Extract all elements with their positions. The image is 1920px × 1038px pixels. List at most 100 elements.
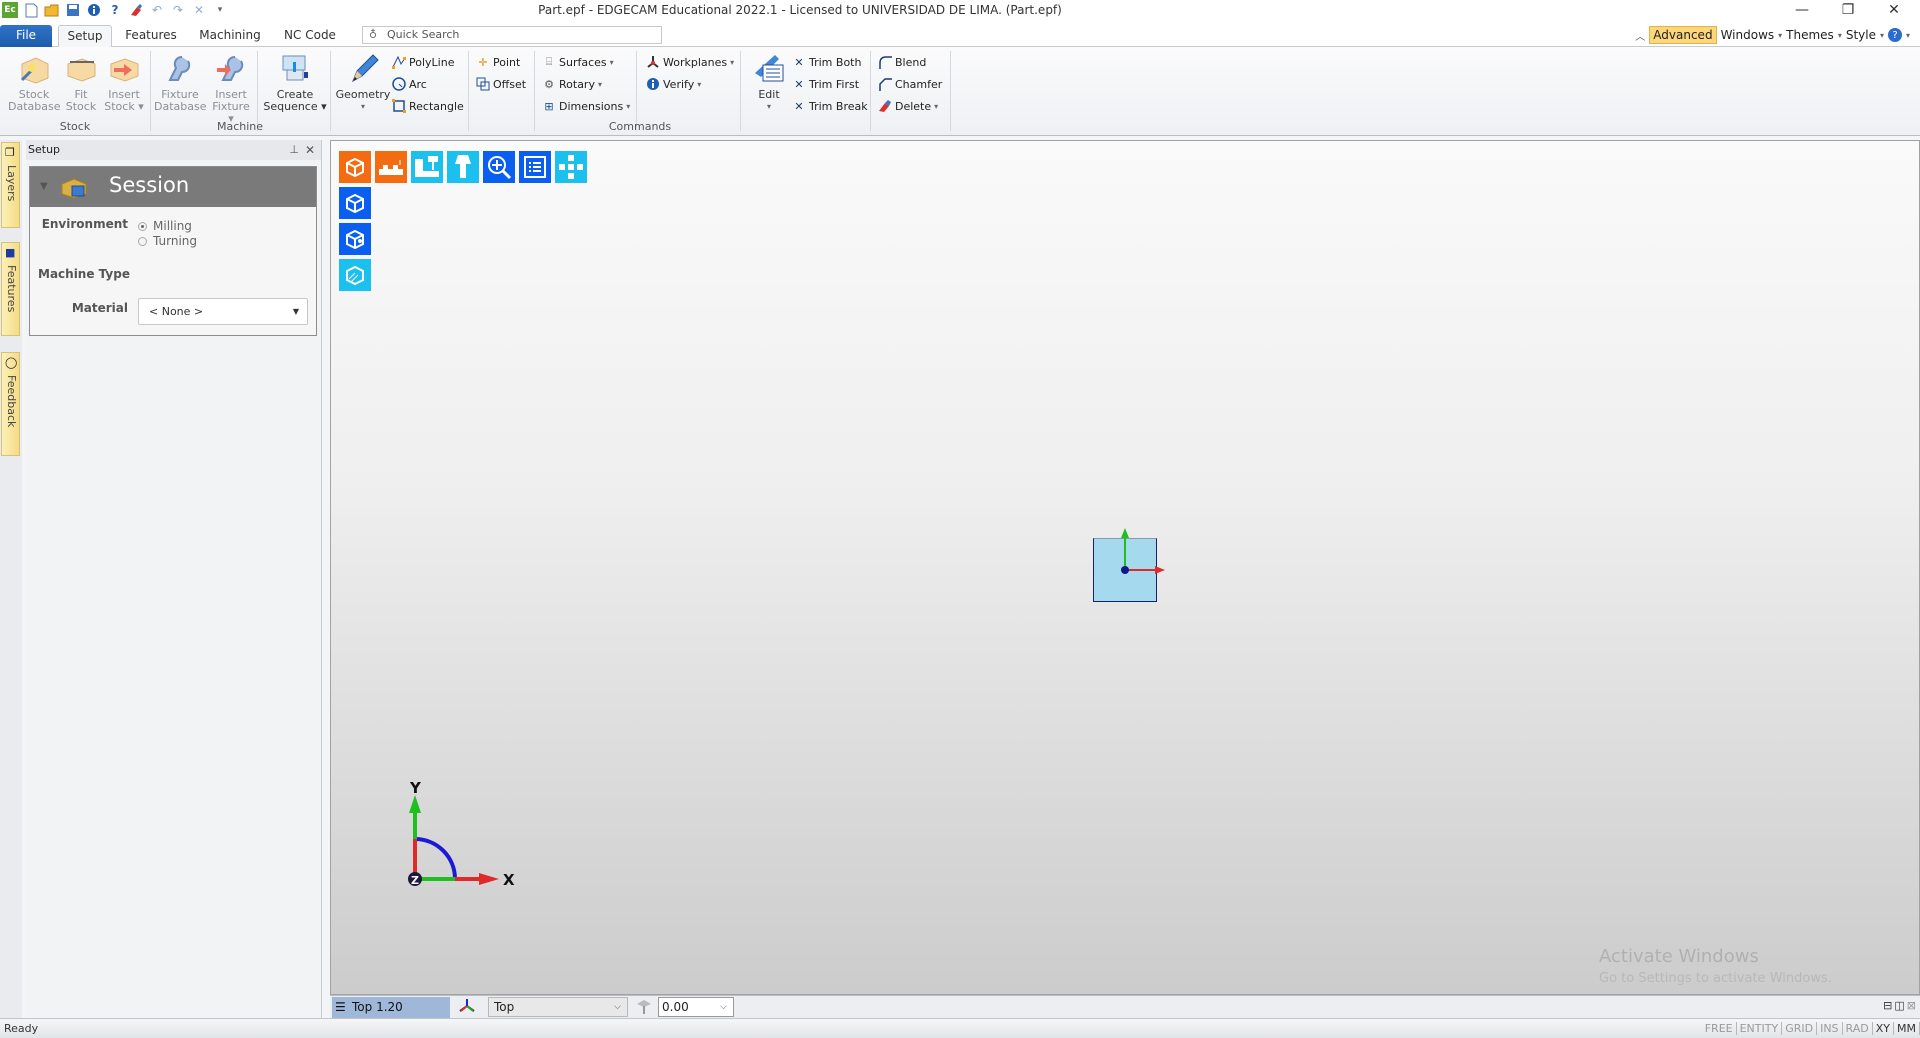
help-icon[interactable]: ? bbox=[1887, 28, 1902, 42]
activation-watermark-subtitle: Go to Settings to activate Windows. bbox=[1599, 971, 1832, 986]
rotary-button[interactable]: ⚙ Rotary ▾ bbox=[542, 75, 602, 93]
depth-input[interactable]: 0.00 ⌵ bbox=[658, 997, 734, 1017]
group-label-machine: Machine bbox=[216, 120, 264, 133]
themes-menu[interactable]: Themes bbox=[1786, 28, 1834, 42]
tab-machining[interactable]: Machining bbox=[192, 25, 268, 47]
chevron-down-icon: ⌵ bbox=[614, 1002, 621, 1012]
polyline-button[interactable]: PolyLine bbox=[392, 53, 454, 71]
radio-turning-dot[interactable] bbox=[138, 236, 147, 246]
window-title: Part.epf - EDGECAM Educational 2022.1 - … bbox=[538, 3, 1062, 17]
view-select[interactable]: Top ⌵ bbox=[488, 997, 628, 1017]
view-box-icon[interactable] bbox=[339, 187, 371, 219]
tab-setup[interactable]: Setup bbox=[58, 25, 112, 47]
quick-search-input[interactable]: ♁ Quick Search bbox=[362, 26, 662, 44]
split-vertical-icon[interactable]: ◫ bbox=[1894, 999, 1904, 1012]
view-orientation-icon bbox=[458, 998, 476, 1018]
fit-stock-button[interactable]: Fit Stock bbox=[64, 53, 98, 113]
fixture-database-button[interactable]: Fixture Database bbox=[154, 53, 207, 113]
lightbulb-icon: ♁ bbox=[369, 28, 378, 41]
status-flag-mm[interactable]: MM bbox=[1894, 1022, 1920, 1035]
create-sequence-button[interactable]: Create Sequence ▾ bbox=[262, 53, 328, 113]
close-view-icon[interactable]: ⊠ bbox=[1907, 999, 1916, 1012]
fixture-database-icon bbox=[163, 53, 197, 85]
restore-button[interactable]: ❐ bbox=[1828, 2, 1868, 22]
stock-database-button[interactable]: Stock Database bbox=[8, 53, 61, 113]
trim-first-button[interactable]: ✕ Trim First bbox=[792, 75, 859, 93]
pencil-icon bbox=[346, 53, 380, 85]
windows-menu[interactable]: Windows bbox=[1721, 28, 1775, 42]
machine-icon[interactable] bbox=[411, 151, 443, 183]
delete-eraser-icon bbox=[878, 99, 892, 113]
side-tab-layers[interactable]: ❐ Layers bbox=[1, 142, 20, 228]
rectangle-button[interactable]: Rectangle bbox=[392, 97, 464, 115]
view-solid-icon[interactable] bbox=[339, 223, 371, 255]
delete-button[interactable]: Delete ▾ bbox=[878, 97, 938, 115]
pin-icon[interactable]: ⊥ bbox=[289, 140, 299, 160]
insert-stock-button[interactable]: Insert Stock ▾ bbox=[104, 53, 144, 113]
tab-file[interactable]: File bbox=[0, 25, 52, 47]
help-dropdown-icon[interactable]: ▾ bbox=[1906, 31, 1910, 40]
group-label-stock: Stock bbox=[59, 120, 91, 133]
ribbon-separator bbox=[950, 51, 951, 131]
split-horizontal-icon[interactable]: ⊟ bbox=[1883, 999, 1892, 1012]
edit-button[interactable]: Edit ▾ bbox=[750, 53, 788, 113]
side-tab-features[interactable]: ■ Features bbox=[1, 242, 20, 336]
layout-icon[interactable] bbox=[555, 151, 587, 183]
world-axis-triad: Z Y X bbox=[408, 781, 515, 889]
tab-nc-code[interactable]: NC Code bbox=[276, 25, 344, 47]
offset-button[interactable]: Offset bbox=[476, 75, 526, 93]
collapse-arrow-icon[interactable]: ▼ bbox=[40, 181, 48, 192]
setup-panel: Setup ⊥ ✕ ▼ Session Environment Milling … bbox=[26, 140, 322, 1018]
view-hatch-icon[interactable] bbox=[339, 259, 371, 291]
workplanes-button[interactable]: Workplanes ▾ bbox=[646, 53, 734, 71]
blend-button[interactable]: Blend bbox=[878, 53, 926, 71]
style-menu[interactable]: Style bbox=[1846, 28, 1876, 42]
status-flag-entity[interactable]: ENTITY bbox=[1737, 1022, 1783, 1035]
style-dropdown-icon[interactable]: ▾ bbox=[1880, 31, 1884, 40]
radio-milling[interactable]: Milling bbox=[138, 219, 192, 233]
status-flag-grid[interactable]: GRID bbox=[1782, 1022, 1818, 1035]
tool-holder-icon[interactable] bbox=[447, 151, 479, 183]
insert-fixture-button[interactable]: Insert Fixture ▾ bbox=[208, 53, 254, 125]
graphics-viewport[interactable]: Z Y X Activate Windows Go to Settings to… bbox=[330, 140, 1920, 995]
dimensions-button[interactable]: ⊞ Dimensions ▾ bbox=[542, 97, 630, 115]
close-button[interactable]: ✕ bbox=[1874, 2, 1914, 22]
material-select[interactable]: < None > ▼ bbox=[138, 298, 308, 325]
session-title: Session bbox=[109, 173, 190, 197]
view-scale-indicator[interactable]: ☰ Top 1.20 bbox=[332, 997, 450, 1018]
windows-dropdown-icon[interactable]: ▾ bbox=[1778, 31, 1782, 40]
side-tab-feedback[interactable]: ◯ Feedback bbox=[1, 352, 20, 456]
verify-button[interactable]: Verify ▾ bbox=[646, 75, 701, 93]
x-arrow bbox=[479, 873, 499, 885]
collapse-ribbon-icon[interactable]: ︿ bbox=[1635, 28, 1645, 43]
chamfer-button[interactable]: Chamfer bbox=[878, 75, 942, 93]
themes-dropdown-icon[interactable]: ▾ bbox=[1838, 31, 1842, 40]
list-icon[interactable] bbox=[519, 151, 551, 183]
minimize-button[interactable]: — bbox=[1782, 2, 1822, 22]
status-flag-rad[interactable]: RAD bbox=[1843, 1022, 1873, 1035]
point-button[interactable]: ✛ Point bbox=[476, 53, 520, 71]
surfaces-button[interactable]: ⌸ Surfaces ▾ bbox=[542, 53, 614, 71]
status-flag-free[interactable]: FREE bbox=[1702, 1022, 1737, 1035]
arc-button[interactable]: Arc bbox=[392, 75, 427, 93]
status-flag-ins[interactable]: INS bbox=[1817, 1022, 1843, 1035]
geometry-button[interactable]: Geometry ▾ bbox=[334, 53, 392, 113]
zoom-pan-icon[interactable] bbox=[483, 151, 515, 183]
trim-break-button[interactable]: ✕ Trim Break bbox=[792, 97, 867, 115]
status-flag-xy[interactable]: XY bbox=[1873, 1022, 1895, 1035]
tab-features[interactable]: Features bbox=[118, 25, 184, 47]
advanced-button[interactable]: Advanced bbox=[1649, 26, 1717, 44]
panel-close-icon[interactable]: ✕ bbox=[305, 140, 315, 160]
material-label: Material bbox=[71, 301, 128, 315]
session-header[interactable]: ▼ Session bbox=[30, 167, 316, 207]
ribbon-separator bbox=[150, 51, 151, 131]
fixture-icon[interactable] bbox=[375, 151, 407, 183]
trim-both-button[interactable]: ✕ Trim Both bbox=[792, 53, 861, 71]
machine-type-label: Machine Type bbox=[38, 267, 130, 281]
radio-milling-dot[interactable] bbox=[138, 221, 147, 231]
stock-cube-icon[interactable] bbox=[339, 151, 371, 183]
radio-turning[interactable]: Turning bbox=[138, 234, 197, 248]
ribbon: Stock Database Fit Stock Insert Stock ▾ … bbox=[0, 47, 1920, 136]
y-arrow bbox=[409, 795, 421, 813]
point-icon: ✛ bbox=[478, 55, 488, 69]
